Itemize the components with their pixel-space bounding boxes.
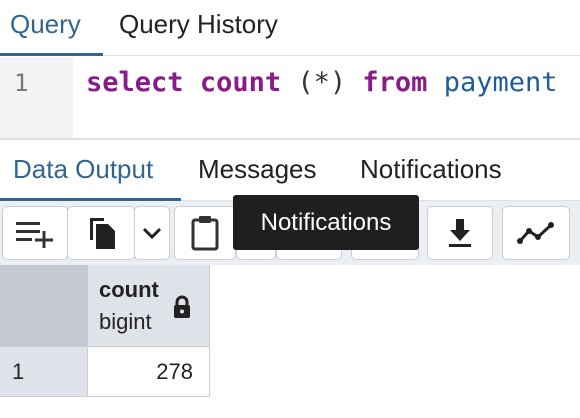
column-type: bigint [99, 309, 152, 334]
column-name: count [99, 277, 159, 302]
download-button[interactable] [427, 206, 493, 260]
download-icon [449, 219, 471, 247]
cell-value: 278 [156, 359, 193, 384]
output-tabs: Data Output Messages Notifications [0, 143, 580, 201]
copy-icon [90, 218, 115, 249]
keyword-from: from [362, 67, 428, 98]
tab-notifications[interactable]: Notifications [360, 143, 502, 201]
table-name: payment [443, 67, 558, 98]
tab-data-output[interactable]: Data Output [0, 143, 181, 201]
tab-query-history[interactable]: Query History [119, 0, 278, 56]
tab-messages[interactable]: Messages [198, 143, 317, 201]
paste-icon [191, 216, 219, 251]
function-count: count [199, 67, 282, 98]
copy-options-dropdown[interactable] [134, 206, 170, 260]
keyword-select: select [86, 67, 184, 98]
line-number: 1 [14, 69, 29, 97]
paste-button[interactable] [174, 206, 236, 260]
query-tabs: Query Query History [0, 0, 580, 56]
graph-visualiser-button[interactable] [502, 206, 570, 260]
data-cell[interactable]: 278 [88, 347, 210, 397]
row-header[interactable]: 1 [0, 347, 88, 397]
add-row-button[interactable] [2, 206, 68, 260]
query-editor[interactable]: 1 select count (*) from payment [0, 57, 580, 140]
add-row-icon [16, 222, 53, 248]
graph-icon [517, 222, 554, 244]
chevron-down-icon [142, 227, 162, 240]
grid-corner[interactable] [0, 265, 88, 347]
argument-star: (*) [297, 67, 347, 98]
notifications-tooltip: Notifications [233, 195, 419, 250]
editor-gutter: 1 [0, 57, 73, 138]
copy-button[interactable] [67, 206, 135, 260]
code-line[interactable]: select count (*) from payment [86, 67, 558, 98]
lock-icon [174, 295, 190, 318]
row-number: 1 [12, 359, 25, 384]
tab-query[interactable]: Query [0, 0, 103, 56]
